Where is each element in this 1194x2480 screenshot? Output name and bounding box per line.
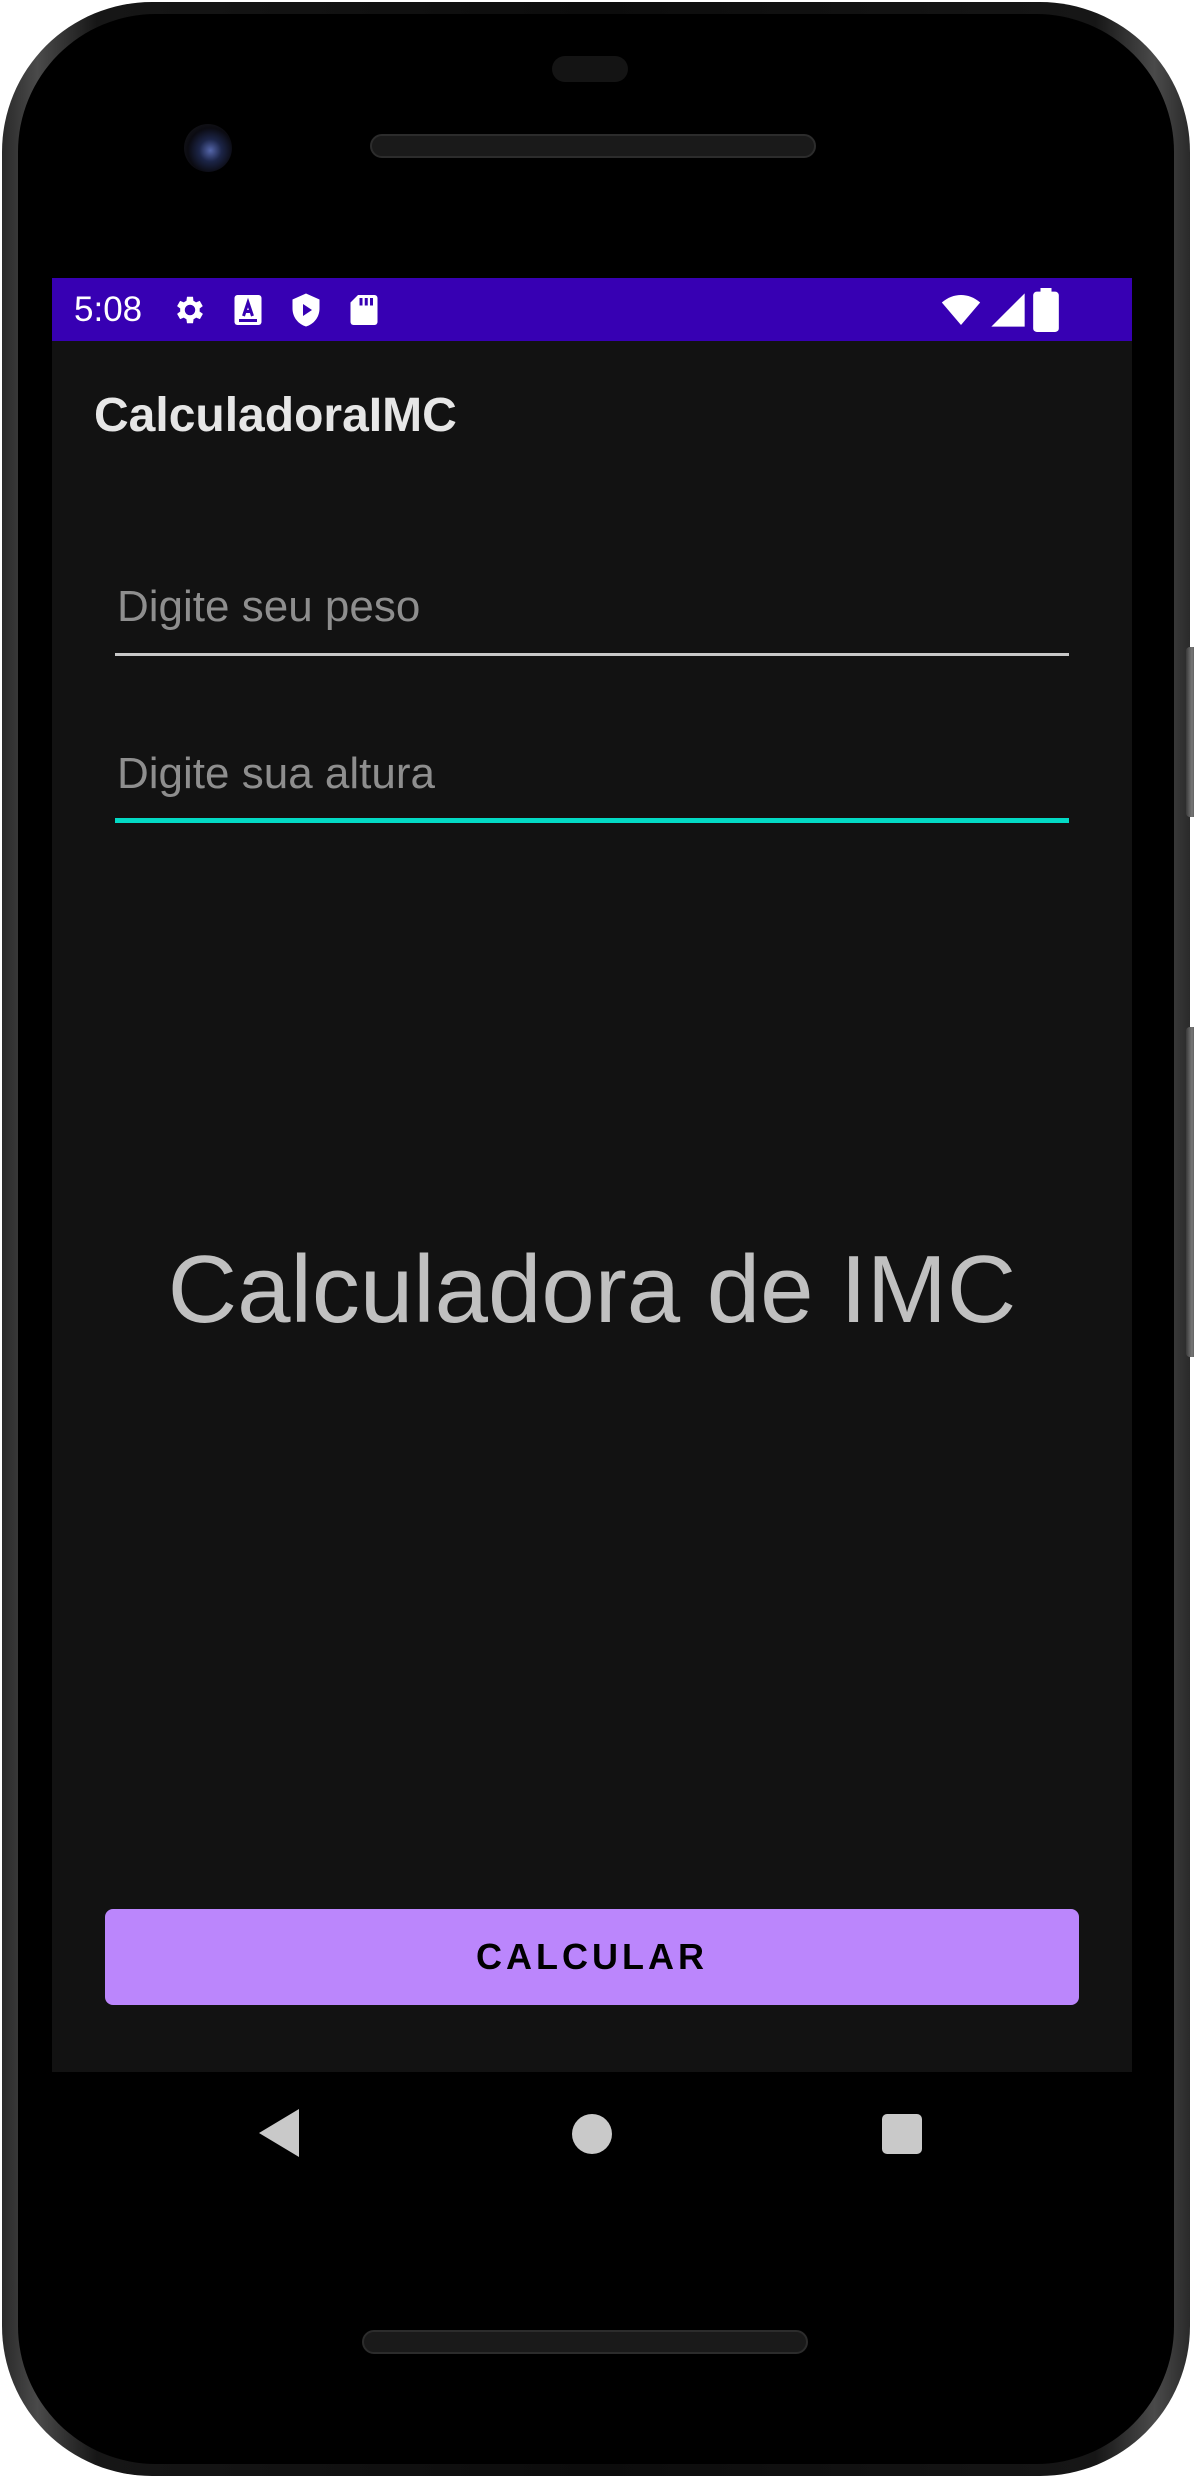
- recents-icon[interactable]: [882, 2114, 922, 2154]
- app-title: CalculadoraIMC: [94, 389, 457, 442]
- front-camera: [184, 124, 232, 172]
- result-text: Calculadora de IMC: [167, 1236, 1017, 1343]
- calculate-button[interactable]: CALCULAR: [105, 1909, 1079, 2005]
- height-input[interactable]: [115, 733, 1069, 815]
- status-time: 5:08: [74, 290, 143, 329]
- back-icon[interactable]: [255, 2105, 303, 2161]
- bottom-speaker-grille: [362, 2330, 808, 2354]
- app-screen: 5:08 CalculadoraIMC Digite seu peso Digi…: [52, 278, 1132, 2072]
- keyboard-a-icon: [234, 295, 262, 325]
- battery-icon: [1033, 288, 1059, 332]
- height-field[interactable]: [115, 733, 1069, 823]
- wifi-icon: [941, 295, 981, 325]
- status-bar: 5:08: [52, 278, 1132, 341]
- top-speaker-grille: [370, 134, 816, 158]
- home-icon[interactable]: [572, 2114, 612, 2154]
- cell-signal-icon: [991, 293, 1025, 327]
- weight-field[interactable]: [115, 566, 1069, 656]
- settings-icon: [177, 296, 203, 324]
- height-field-underline: [115, 818, 1069, 823]
- shield-play-icon: [292, 293, 320, 327]
- weight-input[interactable]: [115, 566, 1069, 648]
- weight-field-underline: [115, 653, 1069, 656]
- volume-button: [1186, 1027, 1194, 1357]
- earpiece: [552, 56, 628, 82]
- sd-card-icon: [350, 295, 378, 325]
- power-button: [1186, 647, 1194, 817]
